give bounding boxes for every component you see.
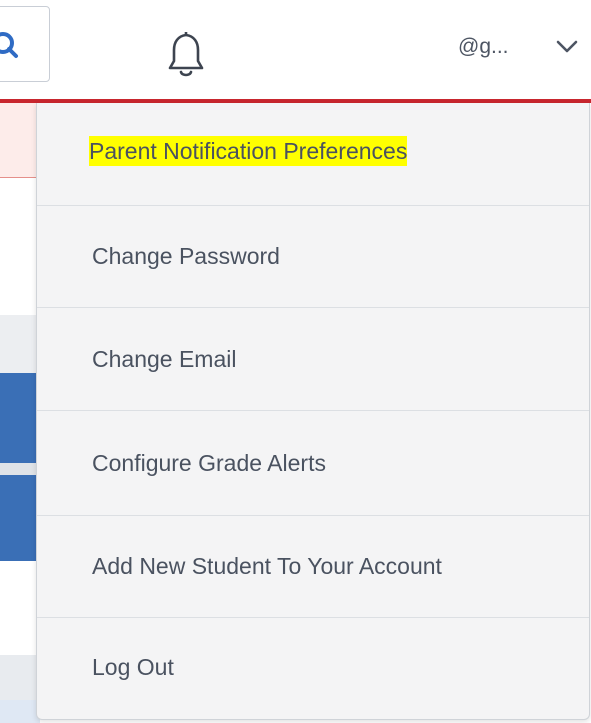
menu-item-parent-notification-preferences[interactable]: Parent Notification Preferences [37, 103, 589, 206]
menu-item-configure-grade-alerts[interactable]: Configure Grade Alerts [37, 411, 589, 516]
menu-item-change-password[interactable]: Change Password [37, 206, 589, 308]
search-button[interactable] [0, 6, 50, 82]
menu-item-log-out[interactable]: Log Out [37, 618, 589, 718]
account-dropdown-menu: Parent Notification Preferences Change P… [36, 103, 590, 720]
menu-item-label: Change Email [92, 346, 237, 372]
page-background-strip [0, 463, 40, 475]
chevron-down-icon[interactable] [556, 40, 578, 54]
menu-item-add-new-student[interactable]: Add New Student To Your Account [37, 516, 589, 618]
page-blue-panel [0, 475, 40, 561]
menu-item-label: Change Password [92, 243, 280, 269]
menu-item-label: Configure Grade Alerts [92, 450, 326, 476]
page-background-strip [0, 315, 40, 373]
search-icon [0, 32, 18, 58]
menu-item-label: Add New Student To Your Account [92, 553, 442, 579]
screen: @g... Parent Notification Preferences Ch… [0, 0, 591, 723]
menu-item-label: Log Out [92, 654, 174, 680]
menu-item-change-email[interactable]: Change Email [37, 308, 589, 411]
menu-item-label: Parent Notification Preferences [89, 136, 408, 166]
bell-icon[interactable] [166, 28, 206, 80]
page-alert-strip [0, 103, 40, 178]
user-account-label[interactable]: @g... [458, 34, 509, 60]
page-background-strip [0, 700, 40, 723]
top-navigation-bar: @g... [0, 0, 591, 103]
page-blue-panel [0, 373, 40, 463]
